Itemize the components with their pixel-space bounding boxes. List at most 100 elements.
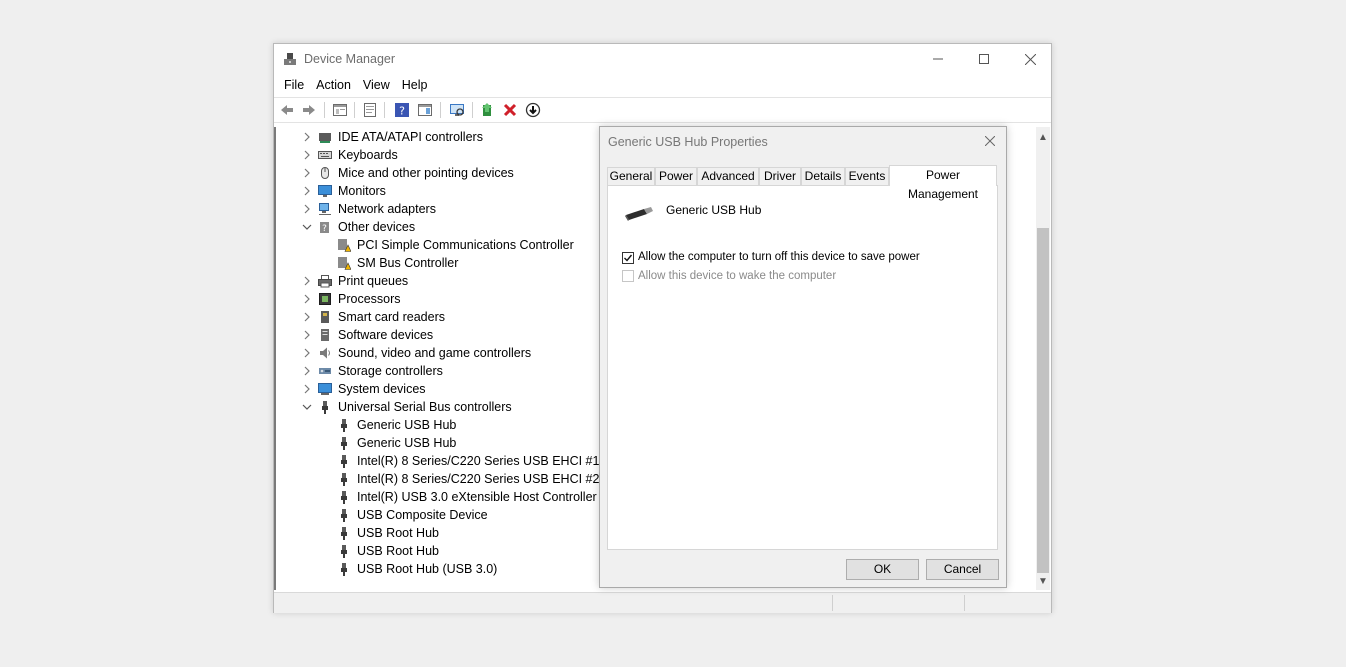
tree-category[interactable]: ? Other devices	[276, 218, 602, 236]
minimize-button[interactable]	[915, 44, 961, 74]
status-separator	[964, 595, 965, 611]
tree-category[interactable]: System devices	[276, 380, 602, 398]
tree-category[interactable]: Monitors	[276, 182, 602, 200]
tree-item-label: SM Bus Controller	[357, 256, 459, 270]
tree-device[interactable]: USB Root Hub	[276, 542, 602, 560]
usb-icon	[341, 563, 347, 576]
tree-item-label: System devices	[338, 382, 426, 396]
allow-turn-off-checkbox[interactable]	[622, 252, 634, 264]
disable-icon[interactable]	[525, 102, 541, 118]
tree-category[interactable]: Keyboards	[276, 146, 602, 164]
chevron-right-icon[interactable]	[302, 200, 312, 218]
tree-category[interactable]: Network adapters	[276, 200, 602, 218]
dialog-title: Generic USB Hub Properties	[608, 135, 768, 149]
chevron-down-icon[interactable]	[302, 218, 312, 236]
usb-icon	[341, 455, 347, 468]
chevron-right-icon[interactable]	[302, 290, 312, 308]
chevron-right-icon[interactable]	[302, 380, 312, 398]
tree-category[interactable]: Print queues	[276, 272, 602, 290]
chevron-right-icon[interactable]	[302, 272, 312, 290]
tree-device[interactable]: Generic USB Hub	[276, 434, 602, 452]
toolbar-separator	[472, 102, 473, 118]
tree-item-label: Universal Serial Bus controllers	[338, 400, 512, 414]
tab-power[interactable]: Power	[655, 167, 697, 185]
tree-item-label: USB Root Hub (USB 3.0)	[357, 562, 498, 576]
system-icon	[318, 383, 332, 395]
scrollbar-thumb[interactable]	[1037, 228, 1049, 573]
toolbar-separator	[324, 102, 325, 118]
menu-help[interactable]: Help	[396, 74, 434, 96]
cancel-button[interactable]: Cancel	[926, 559, 999, 580]
toolbar-separator	[354, 102, 355, 118]
chevron-down-icon[interactable]	[302, 398, 312, 416]
menu-bar: File Action View Help	[274, 74, 1051, 96]
properties-icon[interactable]	[332, 102, 348, 118]
tree-item-label: Generic USB Hub	[357, 418, 457, 432]
chevron-right-icon[interactable]	[302, 362, 312, 380]
usb-icon	[341, 419, 347, 432]
usb-icon	[341, 509, 347, 522]
menu-view[interactable]: View	[357, 74, 396, 96]
forward-icon[interactable]	[301, 102, 317, 118]
maximize-button[interactable]	[961, 44, 1007, 74]
ok-button[interactable]: OK	[846, 559, 919, 580]
chevron-right-icon[interactable]	[302, 128, 312, 146]
chevron-right-icon[interactable]	[302, 146, 312, 164]
tab-general[interactable]: General	[607, 167, 655, 185]
tree-device[interactable]: USB Root Hub	[276, 524, 602, 542]
device-manager-icon	[284, 53, 296, 65]
allow-turn-off-label[interactable]: Allow the computer to turn off this devi…	[638, 251, 920, 263]
tree-device[interactable]: SM Bus Controller	[276, 254, 602, 272]
chevron-right-icon[interactable]	[302, 308, 312, 326]
tree-category[interactable]: IDE ATA/ATAPI controllers	[276, 128, 602, 146]
vertical-scrollbar[interactable]: ▲ ▼	[1036, 127, 1050, 590]
tab-driver[interactable]: Driver	[759, 167, 801, 185]
tree-category[interactable]: Universal Serial Bus controllers	[276, 398, 602, 416]
tree-item-label: Software devices	[338, 328, 434, 342]
title-bar: Device Manager	[274, 44, 1051, 74]
menu-action[interactable]: Action	[310, 74, 357, 96]
tree-device[interactable]: PCI Simple Communications Controller	[276, 236, 602, 254]
tree-device[interactable]: Intel(R) 8 Series/C220 Series USB EHCI #…	[276, 470, 602, 488]
action-pane-icon[interactable]	[417, 102, 433, 118]
uninstall-icon[interactable]	[502, 102, 518, 118]
tab-advanced[interactable]: Advanced	[697, 167, 759, 185]
tree-category[interactable]: Smart card readers	[276, 308, 602, 326]
tree-category[interactable]: Software devices	[276, 326, 602, 344]
scan-hardware-icon[interactable]	[449, 102, 465, 118]
close-button[interactable]	[1007, 44, 1053, 74]
driver-icon[interactable]	[362, 102, 378, 118]
tree-category[interactable]: Mice and other pointing devices	[276, 164, 602, 182]
scroll-up-icon[interactable]: ▲	[1036, 130, 1050, 144]
tree-category[interactable]: Sound, video and game controllers	[276, 344, 602, 362]
tree-category[interactable]: Storage controllers	[276, 362, 602, 380]
status-bar	[274, 592, 1051, 613]
tree-device[interactable]: USB Composite Device	[276, 506, 602, 524]
tree-category[interactable]: Processors	[276, 290, 602, 308]
chevron-right-icon[interactable]	[302, 326, 312, 344]
ide-icon	[319, 133, 331, 143]
tab-details[interactable]: Details	[801, 167, 845, 185]
network-icon	[319, 203, 331, 215]
tree-device[interactable]: USB Root Hub (USB 3.0)	[276, 560, 602, 578]
chevron-right-icon[interactable]	[302, 182, 312, 200]
tree-item-label: USB Root Hub	[357, 526, 439, 540]
processor-icon	[319, 293, 331, 305]
tree-item-label: Intel(R) 8 Series/C220 Series USB EHCI #…	[357, 454, 602, 468]
chevron-right-icon[interactable]	[302, 344, 312, 362]
scroll-down-icon[interactable]: ▼	[1036, 574, 1050, 588]
help-icon[interactable]: ?	[394, 102, 410, 118]
tree-device[interactable]: Intel(R) 8 Series/C220 Series USB EHCI #…	[276, 452, 602, 470]
tab-power-management[interactable]: Power Management	[889, 165, 997, 201]
tree-item-label: Intel(R) 8 Series/C220 Series USB EHCI #…	[357, 472, 602, 486]
monitor-icon	[318, 185, 332, 197]
tree-device[interactable]: Intel(R) USB 3.0 eXtensible Host Control…	[276, 488, 602, 506]
dialog-close-button[interactable]	[982, 132, 998, 150]
tab-events[interactable]: Events	[845, 167, 889, 185]
back-icon[interactable]	[279, 102, 295, 118]
menu-file[interactable]: File	[278, 74, 310, 96]
tree-device[interactable]: Generic USB Hub	[276, 416, 602, 434]
update-driver-icon[interactable]	[480, 102, 496, 118]
usb-icon	[322, 401, 328, 414]
chevron-right-icon[interactable]	[302, 164, 312, 182]
